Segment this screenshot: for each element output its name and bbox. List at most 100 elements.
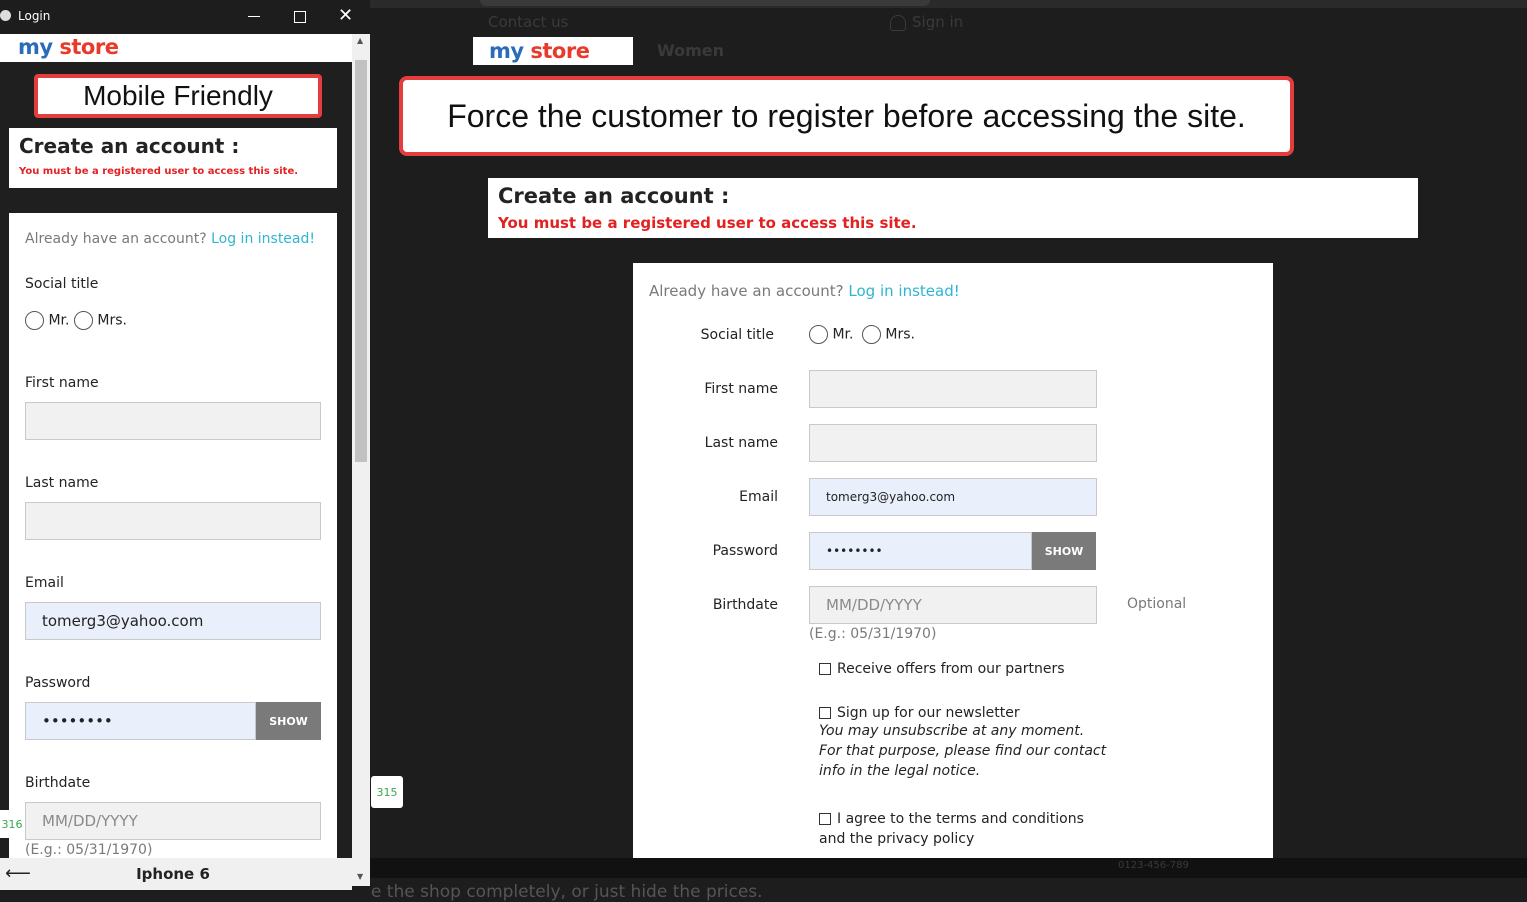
window-title-bar: Login ✕ [0, 0, 370, 34]
device-label: Iphone 6 [136, 865, 210, 883]
offers-label: Receive offers from our partners [837, 661, 1065, 677]
newsletter-checkbox[interactable] [819, 707, 831, 719]
mobile-birthdate-example: (E.g.: 05/31/1970) [25, 842, 153, 858]
scroll-thumb[interactable] [355, 60, 367, 462]
password-value: •••••••• [826, 544, 883, 558]
newsletter-option: Sign up for our newsletter You may unsub… [819, 705, 1109, 781]
registration-form: Already have an account? Log in instead!… [633, 263, 1273, 858]
mobile-password-label: Password [25, 675, 91, 691]
mrs-radio[interactable] [861, 325, 881, 344]
mobile-email-input[interactable]: tomerg3@yahoo.com [25, 602, 321, 640]
email-input[interactable]: tomerg3@yahoo.com [809, 478, 1097, 516]
scroll-up-icon[interactable]: ▲ [357, 36, 363, 45]
first-name-label: First name [704, 381, 778, 397]
signin-label: Sign in [912, 13, 964, 31]
mobile-password-value: •••••••• [42, 712, 113, 730]
zoom-badge-right: 315 [371, 776, 403, 808]
window-title: Login [18, 9, 51, 23]
offers-option: Receive offers from our partners [819, 661, 1065, 677]
mobile-login-instead-link[interactable]: Log in instead! [211, 231, 315, 247]
mobile-banner-text: Mobile Friendly [83, 80, 273, 111]
logo-my: my [489, 39, 524, 63]
mobile-password-input[interactable]: •••••••• [25, 702, 256, 740]
email-value: tomerg3@yahoo.com [826, 490, 956, 504]
mobile-banner: Mobile Friendly [34, 74, 322, 118]
device-bar: ⟵ Iphone 6 [0, 858, 352, 890]
mobile-form: Already have an account? Log in instead!… [9, 213, 337, 858]
last-name-label: Last name [704, 435, 778, 451]
mobile-viewport: my store Mobile Friendly Create an accou… [0, 34, 352, 858]
mobile-login-prompt: Already have an account? Log in instead! [25, 231, 315, 247]
footer-phone: 0123-456-789 [1118, 860, 1189, 871]
mobile-mr-radio[interactable] [25, 311, 44, 330]
login-prompt: Already have an account? Log in instead! [649, 282, 960, 300]
mobile-mrs-radio[interactable] [73, 311, 93, 330]
app-icon [0, 10, 11, 21]
mobile-email-value: tomerg3@yahoo.com [42, 612, 204, 630]
already-text: Already have an account? [649, 282, 844, 300]
social-title-label: Social title [700, 327, 774, 343]
show-password-button[interactable]: SHOW [1032, 532, 1096, 570]
already-text: Already have an account? [25, 231, 207, 247]
birthdate-input[interactable]: MM/DD/YYYY [809, 586, 1097, 624]
terms-checkbox[interactable] [819, 813, 831, 825]
mobile-first-name-input[interactable] [25, 402, 321, 440]
create-account-header: Create an account : You must be a regist… [488, 178, 1418, 238]
header-signin[interactable]: Sign in [890, 13, 963, 31]
mobile-birthdate-input[interactable]: MM/DD/YYYY [25, 802, 321, 840]
maximize-icon[interactable] [294, 11, 306, 23]
first-name-input[interactable] [809, 370, 1097, 408]
registration-required-notice: You must be a registered user to access … [498, 214, 917, 232]
offers-checkbox[interactable] [819, 663, 831, 675]
mr-radio[interactable] [809, 325, 828, 344]
social-title-options: Mr. Mrs. [809, 325, 915, 344]
mr-label: Mr. [832, 326, 854, 343]
mobile-registration-notice: You must be a registered user to access … [19, 166, 299, 177]
feature-banner: Force the customer to register before ac… [399, 76, 1294, 156]
url-bar[interactable] [480, 0, 930, 6]
birthdate-label: Birthdate [712, 597, 778, 613]
scroll-down-icon[interactable]: ▼ [357, 872, 363, 881]
optional-label: Optional [1127, 596, 1187, 612]
login-instead-link[interactable]: Log in instead! [848, 282, 959, 300]
mobile-header-block: Create an account : You must be a regist… [9, 128, 337, 188]
password-input[interactable]: •••••••• [809, 532, 1032, 570]
logo-store: store [530, 39, 590, 63]
minimize-icon[interactable] [248, 16, 260, 17]
mobile-last-name-input[interactable] [25, 502, 321, 540]
header-contact-link[interactable]: Contact us [488, 13, 568, 31]
mobile-first-name-label: First name [25, 375, 99, 391]
mrs-label: Mrs. [885, 326, 915, 343]
logo-my: my [18, 35, 53, 59]
newsletter-note: You may unsubscribe at any moment. For t… [819, 723, 1107, 779]
birthdate-placeholder: MM/DD/YYYY [826, 596, 922, 614]
page-title: Create an account : [498, 184, 730, 208]
mobile-birthdate-placeholder: MM/DD/YYYY [42, 812, 138, 830]
newsletter-label: Sign up for our newsletter [837, 705, 1020, 721]
mr-label: Mr. [48, 312, 70, 329]
last-name-input[interactable] [809, 424, 1097, 462]
feature-banner-text: Force the customer to register before ac… [447, 97, 1246, 134]
mobile-logo[interactable]: my store [0, 34, 352, 62]
mobile-social-options: Mr. Mrs. [25, 311, 127, 330]
mobile-birthdate-label: Birthdate [25, 775, 91, 791]
terms-option: I agree to the terms and conditions and … [819, 809, 1089, 849]
mobile-page-title: Create an account : [19, 134, 240, 158]
close-icon[interactable]: ✕ [338, 6, 353, 26]
zoom-badge-left: 316 [0, 810, 24, 838]
footer-bar [370, 858, 1527, 878]
mrs-label: Mrs. [97, 312, 127, 329]
mobile-email-label: Email [25, 575, 64, 591]
email-label: Email [739, 489, 778, 505]
nav-women[interactable]: Women [657, 41, 724, 60]
mobile-last-name-label: Last name [25, 475, 99, 491]
user-icon [890, 14, 906, 31]
mobile-window: Login ✕ my store Mobile Friendly Create … [0, 0, 370, 897]
password-label: Password [712, 543, 778, 559]
store-logo[interactable]: my store [473, 37, 633, 65]
mobile-scrollbar[interactable]: ▲ ▼ [352, 34, 370, 886]
terms-label: I agree to the terms and conditions and … [819, 811, 1084, 847]
mobile-show-password-button[interactable]: SHOW [256, 702, 321, 740]
birthdate-example: (E.g.: 05/31/1970) [809, 626, 937, 642]
mobile-social-title-label: Social title [25, 276, 99, 292]
